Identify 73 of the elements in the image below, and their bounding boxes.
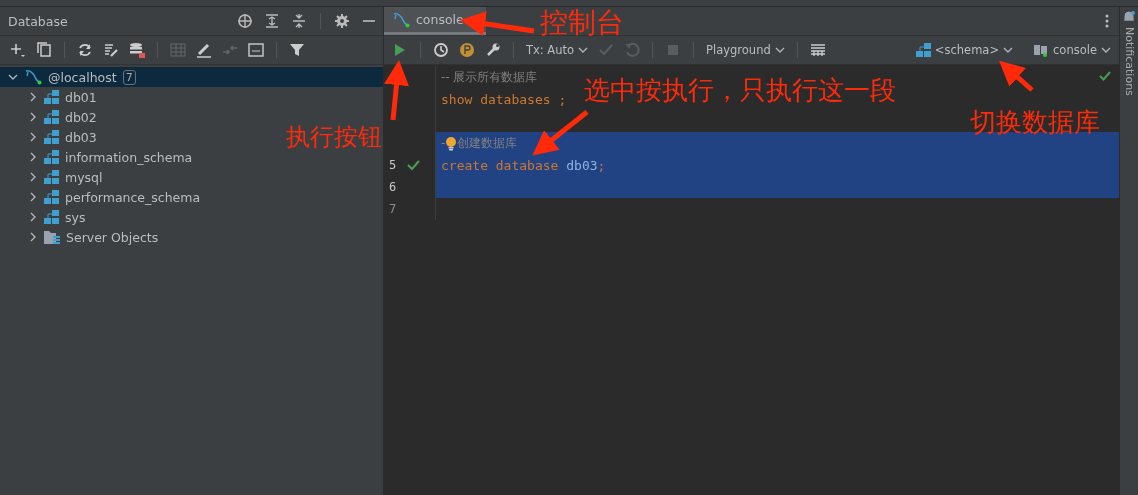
line-number: 6 [389,180,398,194]
bell-icon[interactable] [1123,11,1135,23]
filter-icon[interactable] [289,42,305,58]
dropdown-chevron-icon[interactable] [1101,45,1111,55]
tree-item-label: information_schema [65,149,193,165]
schema-dropdown[interactable]: <schema> [915,43,1014,57]
data-source-icon [1033,42,1050,58]
notifications-label[interactable]: Notifications [1122,27,1136,96]
refresh-icon[interactable] [77,42,93,58]
history-icon[interactable] [433,42,449,58]
panel-title: Database [8,13,69,29]
code-line: -- 展示所有数据库 [440,68,538,86]
tree-item-label: mysql [65,169,103,185]
transaction-mode-dropdown[interactable]: Tx: Auto [526,43,589,57]
tree-item[interactable]: performance_schema [0,187,201,207]
dolphin-icon [24,69,42,85]
annotation-arrow [384,60,409,121]
dropdown-chevron-icon[interactable] [1003,45,1014,55]
copy-icon[interactable] [36,42,52,58]
tree-item-label: db01 [65,89,97,105]
lightbulb-icon[interactable] [445,135,458,151]
collapse-all-icon[interactable] [291,13,307,29]
add-icon[interactable] [10,42,26,58]
schema-icon [44,90,59,104]
query-console-icon[interactable] [248,42,264,58]
pencil-icon[interactable] [196,42,212,58]
code-line: create database db03; [440,157,606,173]
tree-item[interactable]: @localhost 7 [0,67,383,87]
annotation-text: 选中按执行，只执行这一段 [584,76,896,105]
dolphin-icon [392,11,410,28]
code-line: show databases ; [440,91,567,107]
tree-item[interactable]: db03 [0,127,97,147]
tree-item-label: sys [65,209,86,225]
p-circle-icon[interactable] [459,42,475,58]
expand-all-icon[interactable] [264,13,280,29]
database-icon[interactable] [129,42,145,58]
tree-item-label: db03 [65,129,97,145]
tree-item[interactable]: sys [0,207,86,227]
crosshair-icon[interactable] [237,13,253,29]
tree-item[interactable]: information_schema [0,147,193,167]
tree-item[interactable]: db02 [0,107,97,127]
tree-item[interactable]: Server Objects [0,227,159,247]
schema-icon [915,43,931,57]
tree-item-label: db02 [65,109,97,125]
tree-item-label: Server Objects [66,229,159,245]
schema-icon [44,210,59,224]
annotation-text: 切换数据库 [970,108,1100,137]
more-options-icon[interactable] [1105,14,1109,28]
schema-icon [44,110,59,124]
check-icon [1099,71,1111,81]
tree-item[interactable]: db01 [0,87,97,107]
session-dropdown[interactable]: console [1033,42,1111,58]
schema-icon [44,130,59,144]
table-view-icon[interactable] [809,42,826,58]
tree-item-label: performance_schema [65,189,201,205]
schema-icon [44,150,59,164]
annotation-arrow [532,110,589,156]
annotation-arrow [999,60,1034,92]
count-badge: 7 [122,69,136,85]
line-number: 7 [389,202,398,216]
mode-dropdown[interactable]: Playground [706,43,785,57]
schema-icon [44,190,59,204]
dropdown-chevron-icon[interactable] [774,45,785,55]
settings-icon[interactable] [334,13,350,29]
line-number: 5 [389,158,398,172]
code-line: - 创建数据库 [440,134,518,152]
annotation-text: 执行按钮 [286,124,382,151]
dropdown-chevron-icon[interactable] [578,45,589,55]
schema-icon [44,170,59,184]
annotation-text: 控制台 [540,8,624,39]
folder-icon [44,230,60,244]
tree-item[interactable]: mysql [0,167,103,187]
tree-item-label: @localhost [48,69,117,85]
